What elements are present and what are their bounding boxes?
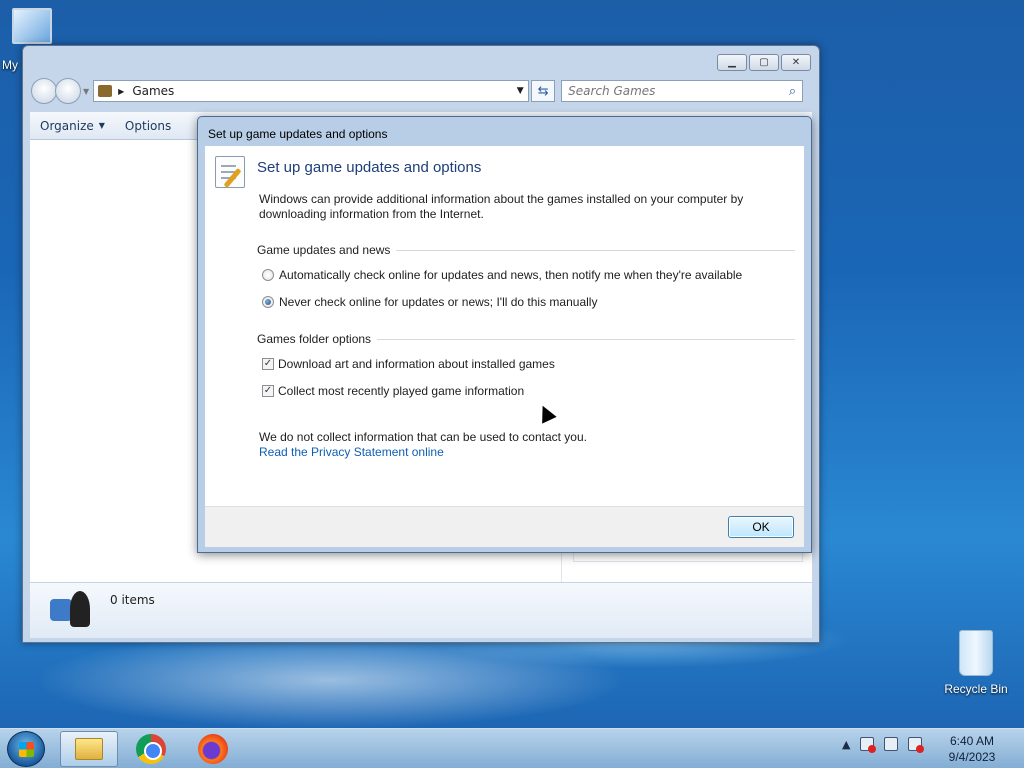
computer-icon: [12, 8, 52, 44]
address-dropdown-icon[interactable]: ▼: [512, 86, 528, 96]
item-count: 0 items: [110, 593, 155, 607]
privacy-statement-link[interactable]: Read the Privacy Statement online: [259, 445, 587, 460]
details-pane: 0 items: [30, 582, 812, 638]
network-icon[interactable]: [884, 737, 899, 751]
group-label: Game updates and news: [257, 243, 391, 257]
desktop-icon-recycle-bin[interactable]: Recycle Bin: [940, 630, 1012, 696]
radio-never-check[interactable]: Never check online for updates or news; …: [262, 295, 597, 309]
radio-button-selected[interactable]: [262, 296, 274, 308]
ok-button[interactable]: OK: [728, 516, 794, 538]
firefox-icon: [198, 734, 228, 764]
breadcrumb-games[interactable]: Games: [132, 84, 174, 98]
chrome-icon: [136, 734, 166, 764]
dialog-footer: OK: [205, 506, 804, 547]
checkbox-download-art[interactable]: ✓ Download art and information about ins…: [262, 357, 555, 371]
navigation-bar: ▼ ▶ Games ▼ ⇆ ⌕: [31, 78, 811, 104]
desktop-icon-computer[interactable]: My: [0, 8, 64, 72]
games-folder-icon: [98, 85, 113, 97]
game-updates-dialog: Set up game updates and options Set up g…: [197, 116, 812, 553]
taskbar: ▲ 6:40 AM 9/4/2023: [0, 728, 1024, 768]
maximize-button[interactable]: ▢: [749, 54, 779, 71]
search-input[interactable]: [568, 84, 789, 98]
games-icon: [50, 590, 94, 631]
taskbar-app-firefox[interactable]: [184, 731, 242, 767]
folder-icon: [75, 738, 103, 760]
clock-date: 9/4/2023: [948, 750, 996, 764]
privacy-note-block: We do not collect information that can b…: [259, 430, 587, 460]
dialog-description: Windows can provide additional informati…: [259, 192, 744, 221]
game-updates-group-header: Game updates and news: [257, 243, 795, 257]
divider: [396, 249, 795, 251]
refresh-button[interactable]: ⇆: [531, 80, 556, 102]
options-label: Options: [124, 118, 172, 133]
taskbar-app-explorer[interactable]: [60, 731, 118, 767]
checkbox-collect-recent[interactable]: ✓ Collect most recently played game info…: [262, 384, 524, 398]
checkbox-label[interactable]: Collect most recently played game inform…: [278, 384, 524, 398]
address-bar[interactable]: ▶ Games ▼: [93, 80, 530, 102]
minimize-button[interactable]: ▁: [717, 54, 747, 71]
radio-label[interactable]: Never check online for updates or news; …: [279, 295, 597, 309]
radio-auto-check[interactable]: Automatically check online for updates a…: [262, 268, 742, 282]
group-label: Games folder options: [257, 332, 372, 346]
close-button[interactable]: ✕: [781, 54, 811, 71]
clock-time: 6:40 AM: [949, 734, 995, 748]
dialog-heading: Set up game updates and options: [257, 159, 482, 176]
system-tray: ▲: [842, 737, 925, 753]
start-button[interactable]: [7, 731, 45, 767]
radio-label[interactable]: Automatically check online for updates a…: [279, 268, 742, 282]
radio-button[interactable]: [262, 269, 274, 281]
checkbox-checked[interactable]: ✓: [262, 358, 274, 370]
action-center-icon[interactable]: [860, 737, 877, 753]
desktop-icon-label: My: [2, 58, 18, 72]
divider: [377, 338, 795, 340]
chevron-down-icon: ▼: [98, 121, 105, 130]
organize-label: Organize: [40, 118, 94, 133]
back-button[interactable]: [31, 78, 57, 104]
window-controls: ▁ ▢ ✕: [717, 54, 811, 71]
notepad-pencil-icon: [215, 156, 245, 189]
taskbar-app-chrome[interactable]: [122, 731, 180, 767]
games-folder-group-header: Games folder options: [257, 332, 795, 346]
windows-logo-icon: [19, 742, 34, 757]
show-hidden-icons-icon[interactable]: ▲: [842, 738, 850, 751]
system-clock[interactable]: 6:40 AM 9/4/2023: [940, 733, 1004, 765]
search-icon[interactable]: ⌕: [789, 84, 796, 99]
recycle-bin-icon: [959, 630, 993, 676]
options-menu[interactable]: Options: [115, 112, 181, 139]
checkbox-label[interactable]: Download art and information about insta…: [278, 357, 555, 371]
search-box[interactable]: ⌕: [561, 80, 804, 102]
dialog-body: Set up game updates and options Windows …: [205, 146, 804, 506]
organize-menu[interactable]: Organize ▼: [30, 112, 115, 139]
breadcrumb-separator-icon[interactable]: ▶: [118, 87, 124, 96]
recent-pages-dropdown[interactable]: ▼: [83, 87, 89, 96]
volume-muted-icon[interactable]: [908, 737, 925, 753]
privacy-note: We do not collect information that can b…: [259, 430, 587, 444]
checkbox-checked[interactable]: ✓: [262, 385, 274, 397]
desktop-icon-label: Recycle Bin: [944, 682, 1008, 696]
dialog-title: Set up game updates and options: [208, 127, 388, 141]
forward-button[interactable]: [55, 78, 81, 104]
